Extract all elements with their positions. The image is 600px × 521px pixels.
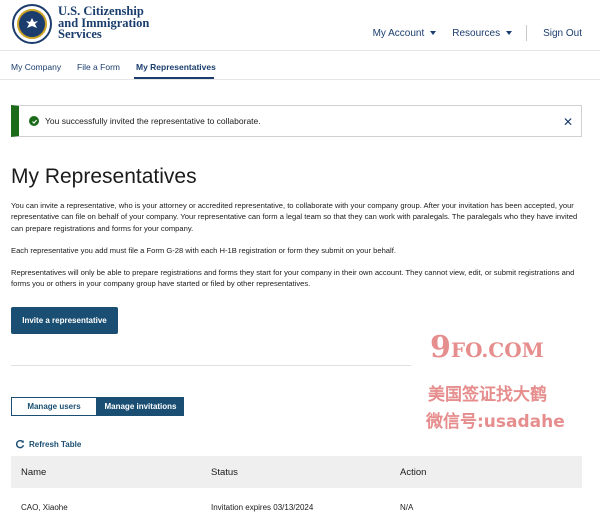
refresh-icon [15,439,25,449]
watermark-domain: FO.COM [450,338,544,362]
watermark-line-3: 微信号:usadahe [426,412,565,432]
site-header: U.S. Citizenship and Immigration Service… [0,0,600,50]
refresh-table-button[interactable]: Refresh Table [15,439,81,449]
resources-menu[interactable]: Resources [452,27,513,39]
my-account-label: My Account [372,27,425,39]
column-header-status: Status [211,467,238,478]
column-header-action: Action [400,467,427,478]
secondary-nav: My Company File a Form My Representative… [0,50,600,80]
resources-label: Resources [452,27,501,39]
watermark-digit: 9 [430,330,451,365]
sign-out-link[interactable]: Sign Out [543,28,582,39]
my-account-menu[interactable]: My Account [373,28,437,39]
chevron-down-icon [506,31,513,35]
intro-paragraph: You can invite a representative, who is … [11,201,578,233]
cell-status: Invitation expires 03/13/2024 [211,503,314,512]
agency-line-3: Services [58,27,102,41]
view-toggle: Manage users Manage invitations [11,397,184,416]
tab-file-a-form[interactable]: File a Form [77,62,120,72]
success-alert: You successfully invited the representat… [11,105,582,137]
watermark-site: 9FO.COM [430,330,544,365]
invite-representative-button[interactable]: Invite a representative [11,307,118,334]
agency-name[interactable]: U.S. Citizenship and Immigration Service… [58,5,149,41]
tab-my-representatives[interactable]: My Representatives [136,62,216,72]
tab-my-company[interactable]: My Company [11,62,61,72]
header-nav: My Account Resources Sign Out [357,25,582,41]
permissions-paragraph: Representatives will only be able to pre… [11,268,575,289]
refresh-label: Refresh Table [29,439,82,449]
check-circle-icon [29,116,39,126]
dhs-seal-logo[interactable] [12,4,52,44]
alert-message: You successfully invited the representat… [45,116,261,126]
table-row: CAO, Xiaohe Invitation expires 03/13/202… [11,495,582,521]
close-icon[interactable]: ✕ [563,115,573,129]
sign-out-label: Sign Out [543,27,582,39]
column-header-name: Name [21,467,47,478]
watermark-line-2: 美国签证找大鹤 [428,385,547,404]
table-header: Name Status Action [11,456,582,488]
nav-divider [526,25,528,41]
page-title: My Representatives [11,165,197,188]
manage-invitations-button[interactable]: Manage invitations [97,397,184,416]
section-divider [11,365,411,366]
manage-users-button[interactable]: Manage users [11,397,97,416]
active-tab-indicator [134,77,214,79]
eagle-icon [17,9,47,39]
chevron-down-icon [430,31,437,35]
cell-name: CAO, Xiaohe [21,503,68,512]
cell-action: N/A [400,503,414,512]
g28-paragraph: Each representative you add must file a … [11,246,396,255]
